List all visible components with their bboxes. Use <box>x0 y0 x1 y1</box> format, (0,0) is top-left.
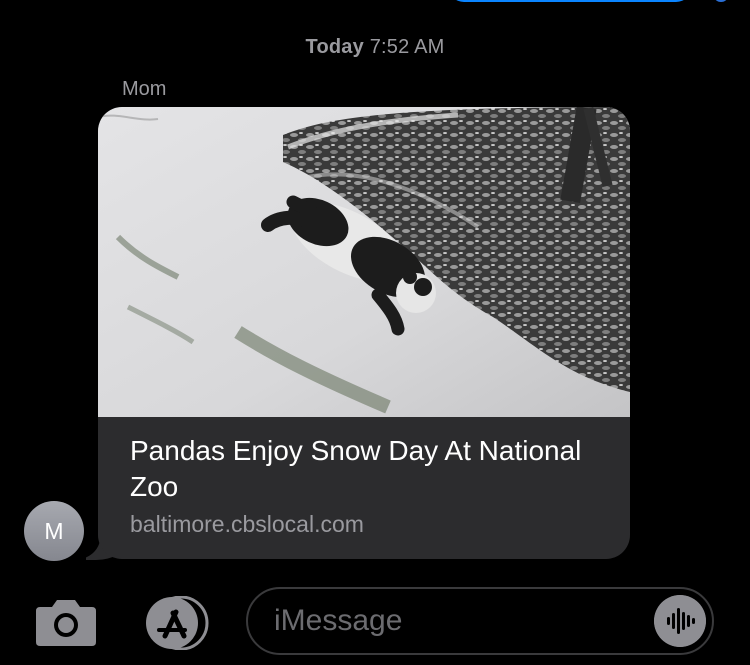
link-title: Pandas Enjoy Snow Day At National Zoo <box>130 435 582 502</box>
previous-message-status-dot <box>714 0 728 2</box>
avatar[interactable]: M <box>24 501 84 561</box>
camera-icon[interactable] <box>34 598 98 646</box>
message-field[interactable] <box>246 587 714 655</box>
link-domain: baltimore.cbslocal.com <box>130 511 364 537</box>
sender-name: Mom <box>122 78 167 100</box>
messages-screen: Today 7:52 AM Mom Pandas Enjoy Snow Day … <box>0 0 750 665</box>
link-preview-image <box>98 107 630 417</box>
message-input[interactable] <box>274 589 634 653</box>
timestamp-time: 7:52 AM <box>369 36 445 58</box>
timestamp-day: Today <box>305 36 364 58</box>
app-store-icon[interactable] <box>140 596 214 650</box>
message-timestamp: Today 7:52 AM <box>0 36 750 59</box>
audio-waveform-icon[interactable] <box>654 595 706 647</box>
link-preview-card[interactable]: Pandas Enjoy Snow Day At National Zoo ba… <box>98 107 630 559</box>
previous-sent-message-edge[interactable] <box>448 0 692 2</box>
